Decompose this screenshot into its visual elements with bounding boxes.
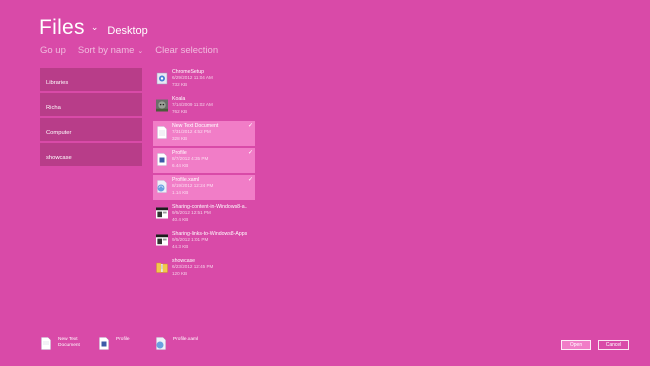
cancel-button[interactable]: Cancel [598,340,629,350]
file-list: ChromeSetup 6/29/2012 11:04 AM 732 KB Koal… [153,67,255,283]
sort-by-label: Sort by name [77,45,135,56]
file-size: 40.4 KB [172,217,189,223]
file-item[interactable]: Sharing-content-in-Windows8-a... 9/5/2012… [153,202,255,227]
zip-folder-icon [156,260,168,274]
file-date: 7/31/2012 4:52 PM [172,129,211,135]
file-item[interactable]: Koala 7/14/2009 11:02 AM 762 KB [153,94,255,119]
nav-item-label: Computer [46,130,72,136]
file-date: 7/14/2009 11:02 AM [172,102,213,108]
clear-selection-button[interactable]: Clear selection [155,45,218,56]
screenshot-icon [156,233,168,247]
file-name: Sharing-content-in-Windows8-a... [172,203,247,210]
location-label[interactable]: Desktop [107,25,147,37]
basket-item-label: Profile.xaml [173,337,199,342]
app-title: Files [39,16,85,39]
file-date: 6/23/2012 12:45 PM [172,264,214,270]
file-size: 6.44 KB [172,163,189,169]
checkmark-icon: ✓ [247,123,253,129]
go-up-button[interactable]: Go up [40,45,66,56]
xaml-file-icon [156,179,168,193]
basket-item[interactable]: Profile [98,336,130,350]
nav-item-computer[interactable]: Computer [40,118,142,141]
nav-item-label: Libraries [46,80,69,86]
file-name: Profile.xaml [172,176,200,183]
file-date: 9/5/2012 12:51 PM [172,210,211,216]
basket-item[interactable]: New Text Document [40,336,86,350]
file-name: Sharing-links-to-Windows8-Apps [172,230,247,237]
chevron-down-icon: ⌄ [137,48,144,55]
basket-item[interactable]: Profile.xaml [155,336,198,350]
file-date: 8/19/2012 12:24 PM [172,183,214,189]
file-name: showcase [172,257,196,264]
file-item[interactable]: Profile 8/7/2012 4:35 PM 6.44 KB ✓ [153,148,255,173]
file-size: 44.3 KB [172,244,189,250]
file-item[interactable]: Profile.xaml 8/19/2012 12:24 PM 1.14 KB ✓ [153,175,255,200]
checkmark-icon: ✓ [247,177,253,183]
file-size: 120 KB [172,271,188,277]
nav-item-label: showcase [46,155,72,161]
xaml-file-icon [155,336,167,350]
toolbar: Go up Sort by name ⌄ Clear selection [40,45,218,56]
file-name: Koala [172,95,186,102]
file-item[interactable]: New Text Document 7/31/2012 4:52 PM 328 KB… [153,121,255,146]
location-list: Libraries Richa Computer showcase [40,68,142,168]
file-date: 6/29/2012 11:04 AM [172,75,213,81]
file-name: Profile [172,149,187,156]
file-size: 1.14 KB [172,190,189,196]
document-icon [156,152,168,166]
file-item[interactable]: ChromeSetup 6/29/2012 11:04 AM 732 KB [153,67,255,92]
file-size: 732 KB [172,82,188,88]
header: Files ⌄ Desktop [39,16,148,40]
file-date: 9/5/2012 1:01 PM [172,237,209,243]
file-size: 328 KB [172,136,188,142]
document-icon [98,336,110,350]
file-item[interactable]: showcase 6/23/2012 12:45 PM 120 KB [153,256,255,281]
selection-basket: New Text Document Profile Profile.xaml [40,336,280,356]
file-name: New Text Document [172,122,219,129]
image-thumbnail-icon [156,98,168,112]
file-date: 8/7/2012 4:35 PM [172,156,209,162]
sort-by-button[interactable]: Sort by name ⌄ [78,45,143,56]
nav-item-showcase[interactable]: showcase [40,143,142,166]
setup-icon [156,71,168,85]
nav-item-label: Richa [46,105,61,111]
nav-item-richa[interactable]: Richa [40,93,142,116]
text-document-icon [40,336,52,350]
basket-item-label: Profile [116,337,130,342]
nav-item-libraries[interactable]: Libraries [40,68,142,91]
file-size: 762 KB [172,109,188,115]
text-document-icon [156,125,168,139]
chevron-down-icon[interactable]: ⌄ [91,22,99,33]
file-name: ChromeSetup [172,68,205,75]
basket-item-label: New Text Document [58,337,80,348]
screenshot-icon [156,206,168,220]
file-item[interactable]: Sharing-links-to-Windows8-Apps 9/5/2012 1… [153,229,255,254]
checkmark-icon: ✓ [247,150,253,156]
open-button[interactable]: Open [561,340,591,350]
